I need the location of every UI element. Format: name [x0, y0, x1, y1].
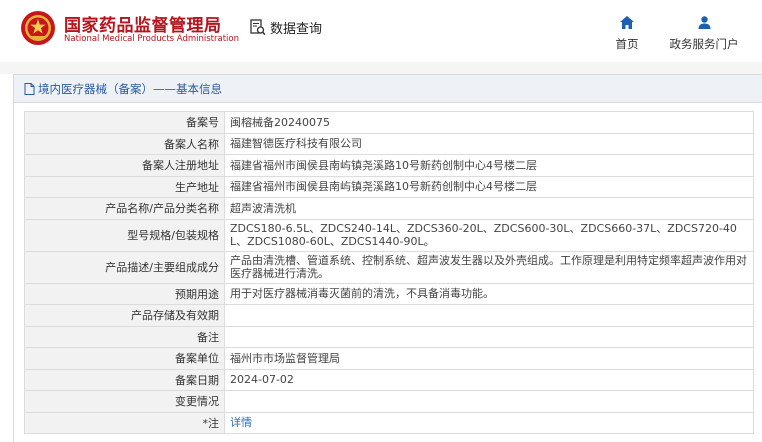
table-row: 变更情况	[24, 390, 754, 413]
header-divider	[0, 62, 762, 74]
data-query-label: 数据查询	[270, 22, 323, 37]
field-value: ZDCS180-6.5L、ZDCS240-14L、ZDCS360-20L、ZDC…	[224, 218, 754, 252]
field-label: 预期用途	[24, 282, 225, 305]
field-value: 福州市市场监督管理局	[224, 347, 754, 370]
field-value: 用于对医疗器械消毒灭菌前的清洗，不具备消毒功能。	[224, 282, 754, 305]
field-value: 福建省福州市闽侯县南屿镇尧溪路10号新药创制中心4号楼二层	[224, 154, 754, 177]
table-row: 产品存储及有效期	[24, 304, 754, 327]
field-label: 备案单位	[24, 347, 225, 370]
field-label: 变更情况	[24, 390, 225, 413]
field-label: 备案号	[24, 111, 225, 134]
field-value: 超声波清洗机	[224, 197, 754, 220]
panel-title: 境内医疗器械（备案）——基本信息	[38, 81, 222, 96]
record-panel: 境内医疗器械（备案）——基本信息 备案号 闽榕械备20240075 备案人名称 …	[13, 74, 762, 442]
table-row: *注 详情	[24, 411, 754, 434]
field-label: 产品名称/产品分类名称	[24, 197, 225, 220]
field-label: 备注	[24, 325, 225, 348]
table-row: 备案人注册地址 福建省福州市闽侯县南屿镇尧溪路10号新药创制中心4号楼二层	[24, 154, 754, 177]
field-value: 闽榕械备20240075	[224, 111, 754, 134]
field-label: *注	[24, 411, 225, 434]
table-row: 生产地址 福建省福州市闽侯县南屿镇尧溪路10号新药创制中心4号楼二层	[24, 175, 754, 198]
site-title: 国家药品监督管理局	[64, 16, 222, 36]
table-row: 型号规格/包装规格 ZDCS180-6.5L、ZDCS240-14L、ZDCS3…	[24, 218, 754, 252]
field-label: 产品描述/主要组成成分	[24, 250, 225, 284]
panel-header: 境内医疗器械（备案）——基本信息	[14, 75, 762, 103]
field-label: 型号规格/包装规格	[24, 218, 225, 252]
nav-home-label: 首页	[615, 37, 639, 51]
field-value: 产品由清洗槽、管道系统、控制系统、超声波发生器以及外壳组成。工作原理是利用特定频…	[224, 250, 754, 284]
table-row: 产品名称/产品分类名称 超声波清洗机	[24, 197, 754, 220]
record-table: 备案号 闽榕械备20240075 备案人名称 福建智德医疗科技有限公司 备案人注…	[24, 111, 754, 434]
table-row: 备案人名称 福建智德医疗科技有限公司	[24, 132, 754, 155]
details-link[interactable]: 详情	[230, 416, 252, 429]
nav-service-portal-label: 政务服务门户	[669, 37, 739, 51]
user-icon	[698, 16, 710, 29]
field-value: 福建智德医疗科技有限公司	[224, 132, 754, 155]
field-label: 备案人注册地址	[24, 154, 225, 177]
field-value: 2024-07-02	[224, 368, 754, 391]
field-label: 备案日期	[24, 368, 225, 391]
field-value	[224, 390, 754, 413]
field-value	[224, 304, 754, 327]
table-row: 备案日期 2024-07-02	[24, 368, 754, 391]
emblem-logo-icon	[21, 11, 55, 45]
table-row: 产品描述/主要组成成分 产品由清洗槽、管道系统、控制系统、超声波发生器以及外壳组…	[24, 250, 754, 284]
nav-home[interactable]: 首页	[612, 14, 642, 52]
table-row: 预期用途 用于对医疗器械消毒灭菌前的清洗，不具备消毒功能。	[24, 282, 754, 305]
field-value	[224, 325, 754, 348]
field-value: 福建省福州市闽侯县南屿镇尧溪路10号新药创制中心4号楼二层	[224, 175, 754, 198]
table-row: 备案号 闽榕械备20240075	[24, 111, 754, 134]
nav-service-portal[interactable]: 政务服务门户	[664, 14, 744, 52]
document-icon	[24, 82, 35, 95]
table-row: 备案单位 福州市市场监督管理局	[24, 347, 754, 370]
site-subtitle: National Medical Products Administration	[64, 34, 239, 44]
document-search-icon	[250, 19, 266, 36]
field-value: 详情	[224, 411, 754, 434]
home-icon	[620, 16, 634, 29]
field-label: 备案人名称	[24, 132, 225, 155]
field-label: 生产地址	[24, 175, 225, 198]
site-header: 国家药品监督管理局 National Medical Products Admi…	[0, 0, 762, 62]
field-label: 产品存储及有效期	[24, 304, 225, 327]
table-row: 备注	[24, 325, 754, 348]
data-query-link[interactable]: 数据查询	[250, 18, 322, 37]
